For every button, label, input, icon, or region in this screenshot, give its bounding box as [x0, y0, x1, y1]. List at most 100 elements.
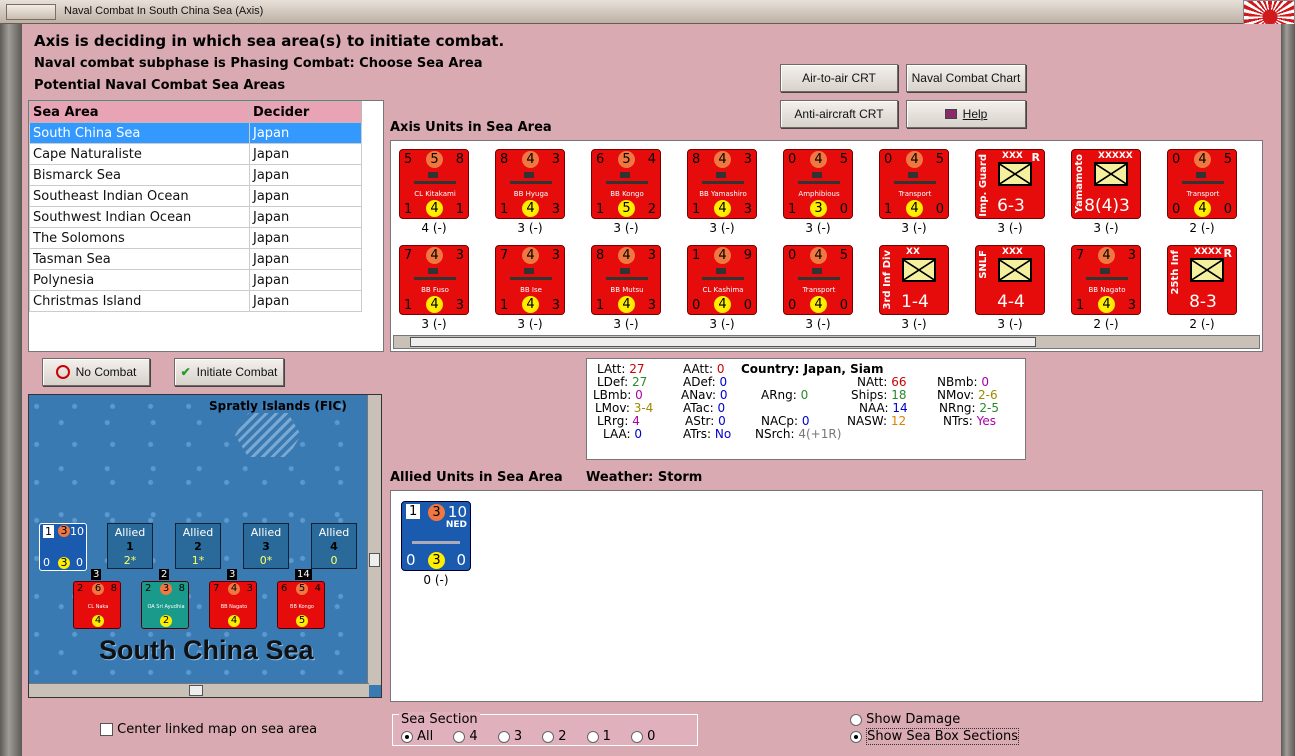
sea-area-row[interactable]: Tasman Sea Japan — [29, 248, 362, 270]
sea-section-option[interactable]: All — [401, 729, 433, 744]
sea-section-radio[interactable] — [542, 730, 555, 743]
initiate-combat-button[interactable]: ✔ Initiate Combat — [174, 358, 284, 386]
unit-status-label: 2 (-) — [1189, 317, 1215, 331]
sea-box-section[interactable]: Allied 3 0* — [243, 523, 289, 569]
system-menu-button[interactable] — [6, 4, 56, 20]
map-scroll-thumb-h[interactable] — [189, 685, 203, 696]
naval-unit-counter[interactable]: 7 4 3 BB Ise 1 4 3 — [495, 245, 565, 315]
sea-area-row[interactable]: Bismarck Sea Japan — [29, 164, 362, 186]
axis-units-scrollbar[interactable] — [393, 335, 1260, 349]
stat-label: LAA: — [603, 427, 631, 441]
ship-silhouette-icon — [798, 172, 840, 184]
sea-box-section[interactable]: Allied 2 1* — [175, 523, 221, 569]
sea-area-name: Christmas Island — [29, 290, 250, 312]
naval-unit-counter[interactable]: 8 4 3 BB Hyuga 1 4 3 — [495, 149, 565, 219]
sea-area-map[interactable]: Spratly Islands (FIC) 1 3 10 0 3 0 Allie… — [28, 394, 382, 698]
naval-unit-counter[interactable]: 6 5 4 BB Kongo 1 5 2 — [591, 149, 661, 219]
sea-box-section[interactable]: Allied 4 0 — [311, 523, 357, 569]
stat-value: 14 — [892, 401, 908, 415]
sea-area-row[interactable]: Polynesia Japan — [29, 269, 362, 291]
sea-section-radio[interactable] — [453, 730, 466, 743]
stat-lbmb: LBmb: 0 — [593, 388, 643, 402]
sea-area-name: South China Sea — [29, 122, 250, 144]
map-scroll-thumb-v[interactable] — [369, 553, 380, 567]
help-button[interactable]: Help — [906, 100, 1026, 128]
show-damage-radio[interactable] — [850, 713, 862, 726]
show-sections-option[interactable]: Show Sea Box Sections — [850, 728, 1020, 745]
sea-area-decider: Japan — [249, 290, 362, 312]
axis-scroll-thumb[interactable] — [410, 337, 1036, 347]
sea-area-row[interactable]: Christmas Island Japan — [29, 290, 362, 312]
map-unit-counter[interactable]: 2 6 8 CL Naka 4 — [73, 581, 121, 629]
naval-unit-counter[interactable]: 0 4 5 Transport 0 4 0 — [783, 245, 853, 315]
unit-movement: 4 — [714, 200, 731, 217]
naval-unit-counter[interactable]: 1 4 9 CL Kashima 0 4 0 — [687, 245, 757, 315]
sea-area-decider: Japan — [249, 164, 362, 186]
sea-section-radio[interactable] — [586, 730, 599, 743]
unit-defense: 0 — [788, 298, 797, 313]
stat-value: 0 — [634, 427, 643, 441]
unit-attack: 8 — [692, 152, 701, 167]
land-unit-counter[interactable]: 25th Inf XXXX R 8-3 — [1167, 245, 1237, 315]
stat-value: 2-5 — [979, 401, 1000, 415]
naval-unit-counter[interactable]: 7 4 3 BB Fuso 1 4 3 — [399, 245, 469, 315]
unit-cost: 3 — [551, 298, 560, 313]
sea-area-row[interactable]: The Solomons Japan — [29, 227, 362, 249]
map-vertical-scrollbar[interactable] — [367, 395, 381, 685]
unit-range: 5 — [839, 152, 848, 167]
show-sections-radio[interactable] — [850, 730, 862, 743]
sea-section-option[interactable]: 0 — [630, 729, 655, 744]
center-linked-option[interactable]: Center linked map on sea area — [100, 722, 317, 737]
naval-unit-counter[interactable]: 7 4 3 BB Nagato 1 4 3 — [1071, 245, 1141, 315]
sea-area-row[interactable]: South China Sea Japan — [29, 122, 362, 144]
map-unit-counter[interactable]: 6 5 4 BB Kongo 5 — [277, 581, 325, 629]
sea-section-option[interactable]: 3 — [497, 729, 522, 744]
stat-label: NSrch: — [755, 427, 795, 441]
sea-section-option[interactable]: 4 — [453, 729, 478, 744]
sea-section-radio[interactable] — [630, 730, 643, 743]
center-linked-checkbox[interactable] — [100, 723, 113, 736]
unit-attack: 6 — [596, 152, 605, 167]
col-decider[interactable]: Decider — [249, 101, 362, 123]
unit-attack: 0 — [1172, 152, 1181, 167]
land-unit-counter[interactable]: SNLF XXX 4-4 — [975, 245, 1045, 315]
sea-section-option[interactable]: 2 — [542, 729, 567, 744]
naval-unit-counter[interactable]: 0 4 5 Amphibious 1 3 0 — [783, 149, 853, 219]
sea-section-radio[interactable] — [401, 730, 413, 743]
map-allied-counter[interactable]: 1 3 10 0 3 0 — [39, 523, 87, 571]
naval-unit-counter[interactable]: 0 4 5 Transport 1 4 0 — [879, 149, 949, 219]
land-unit-counter[interactable]: 3rd Inf Div XX 1-4 — [879, 245, 949, 315]
map-horizontal-scrollbar[interactable] — [29, 683, 369, 697]
naval-combat-chart-button[interactable]: Naval Combat Chart — [906, 64, 1026, 92]
sea-area-list: Sea Area Decider South China Sea Japan Ca… — [28, 100, 384, 352]
sea-section-option[interactable]: 1 — [586, 729, 611, 744]
anti-aircraft-crt-button[interactable]: Anti-aircraft CRT — [780, 100, 898, 128]
counter-name: BB Nagato — [220, 604, 248, 610]
sea-area-row[interactable]: Cape Naturaliste Japan — [29, 143, 362, 165]
no-combat-button[interactable]: No Combat — [42, 358, 150, 386]
air-to-air-crt-button[interactable]: Air-to-air CRT — [780, 64, 898, 92]
col-sea-area[interactable]: Sea Area — [29, 101, 250, 123]
unit-attack: 0 — [788, 248, 797, 263]
allied-unit-counter[interactable]: 1 3 10 NED 0 3 0 — [401, 501, 471, 571]
sea-box-title: Allied — [318, 526, 350, 539]
show-damage-option[interactable]: Show Damage — [850, 712, 960, 727]
sea-area-row[interactable]: Southeast Indian Ocean Japan — [29, 185, 362, 207]
sea-section-radio[interactable] — [497, 730, 510, 743]
naval-unit-counter[interactable]: 8 4 3 BB Mutsu 1 4 3 — [591, 245, 661, 315]
sea-area-decider: Japan — [249, 185, 362, 207]
sea-area-row[interactable]: Southwest Indian Ocean Japan — [29, 206, 362, 228]
counter-move: 4 — [92, 615, 104, 627]
sea-box-section[interactable]: Allied 1 2* — [107, 523, 153, 569]
naval-unit-counter[interactable]: 0 4 5 Transport 0 4 0 — [1167, 149, 1237, 219]
map-unit-counter[interactable]: 2 3 8 OA Sri Ayudhia 2 — [141, 581, 189, 629]
no-combat-label: No Combat — [75, 365, 137, 379]
map-unit-counter[interactable]: 7 4 3 BB Nagato 4 — [209, 581, 257, 629]
unit-name: BB Fuso — [421, 286, 449, 294]
naval-unit-counter[interactable]: 5 5 8 CL Kitakami 1 4 1 — [399, 149, 469, 219]
land-unit-counter[interactable]: Imp. Guard XXX R 6-3 — [975, 149, 1045, 219]
stat-label: NACp: — [761, 414, 799, 428]
unit-defense: 1 — [884, 202, 893, 217]
land-unit-counter[interactable]: Yamamoto XXXXX 8(4)3 — [1071, 149, 1141, 219]
naval-unit-counter[interactable]: 8 4 3 BB Yamashiro 1 4 3 — [687, 149, 757, 219]
